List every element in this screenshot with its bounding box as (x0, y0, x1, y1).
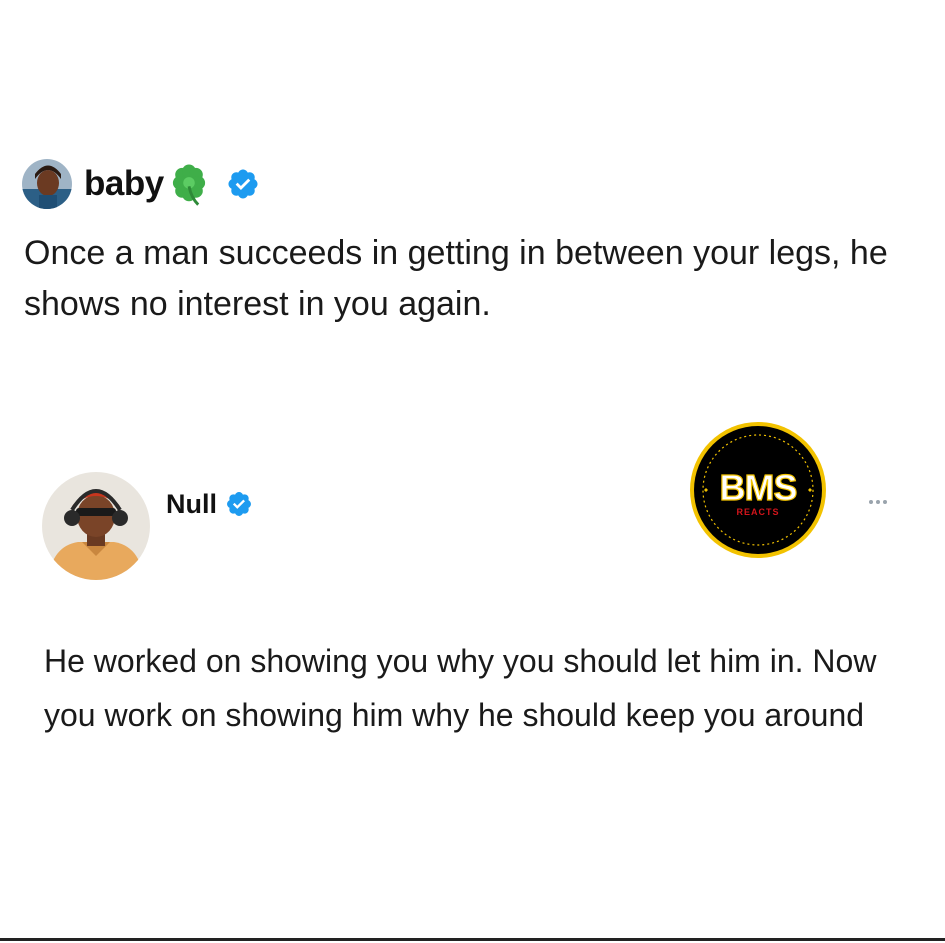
tweet-1-display-name[interactable]: baby (84, 164, 164, 204)
tweet-2-display-name[interactable]: Null (166, 489, 217, 520)
tweet-2-text: He worked on showing you why you should … (44, 643, 877, 733)
bottom-divider (0, 938, 945, 941)
verified-badge-icon (228, 169, 258, 199)
avatar-baby[interactable] (22, 159, 72, 209)
verified-badge-icon (227, 492, 251, 516)
more-options-dot (883, 500, 887, 504)
bms-reacts-logo: BMS REACTS (690, 422, 826, 558)
four-leaf-clover-icon (172, 164, 205, 206)
bms-logo-subtitle: REACTS (736, 507, 779, 517)
tweet-2-header: Null (166, 483, 253, 525)
avatar-null[interactable] (42, 472, 150, 580)
tweet-1-text: Once a man succeeds in getting in betwee… (24, 234, 888, 323)
more-options-button[interactable] (858, 492, 898, 512)
more-options-icon (869, 500, 873, 504)
bms-logo-title: BMS (720, 467, 797, 508)
more-options-dot (876, 500, 880, 504)
tweet-1-header: baby (22, 156, 260, 212)
